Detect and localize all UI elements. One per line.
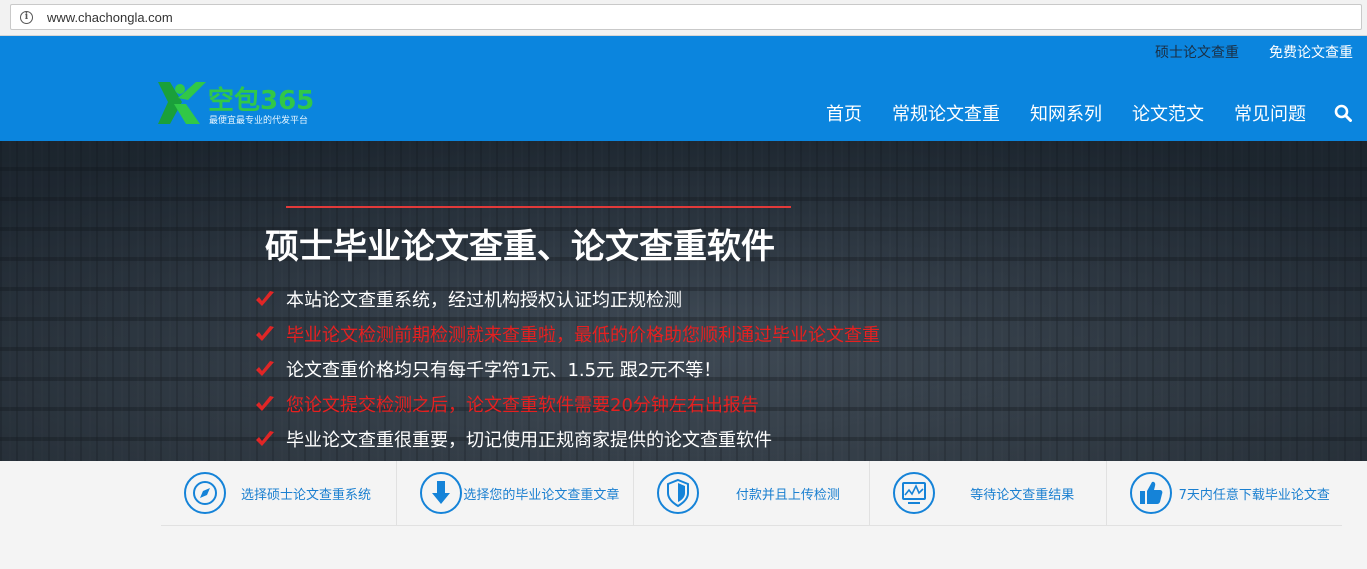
- check-icon: [256, 325, 274, 341]
- hero-bullet-text: 您论文提交检测之后，论文查重软件需要20分钟左右出报告: [286, 394, 759, 416]
- hero-title: 硕士毕业论文查重、论文查重软件: [265, 227, 775, 267]
- hero-accent-line: [286, 206, 791, 208]
- step-pay-upload[interactable]: 付款并且上传检测: [634, 461, 871, 525]
- site-logo[interactable]: 空包365 最便宜最专业的代发平台: [156, 76, 326, 132]
- nav-cnki-series[interactable]: 知网系列: [1030, 100, 1102, 126]
- address-bar[interactable]: i www.chachongla.com: [10, 4, 1362, 30]
- compass-icon: [184, 472, 226, 514]
- step-label: 选择您的毕业论文查重文章: [463, 487, 620, 503]
- hero-bullet-text: 毕业论文查重很重要，切记使用正规商家提供的论文查重软件: [286, 429, 772, 451]
- step-wait-result[interactable]: 等待论文查重结果: [870, 461, 1107, 525]
- hero-bullet: 论文查重价格均只有每千字符1元、1.5元 跟2元不等！: [254, 351, 880, 386]
- search-icon[interactable]: [1334, 104, 1352, 122]
- hero-bullet: 毕业论文检测前期检测就来查重啦，最低的价格助您顺利通过毕业论文查重: [254, 316, 880, 351]
- hero-bullet: 您论文提交检测之后，论文查重软件需要20分钟左右出报告: [254, 386, 880, 421]
- hero-bullets: 本站论文查重系统，经过机构授权认证均正规检测 毕业论文检测前期检测就来查重啦，最…: [254, 281, 880, 456]
- hero-bullet: 本站论文查重系统，经过机构授权认证均正规检测: [254, 281, 880, 316]
- step-select-article[interactable]: 选择您的毕业论文查重文章: [397, 461, 634, 525]
- hero-bullet: 毕业论文查重很重要，切记使用正规商家提供的论文查重软件: [254, 421, 880, 456]
- step-select-system[interactable]: 选择硕士论文查重系统: [161, 461, 398, 525]
- logo-slogan: 最便宜最专业的代发平台: [209, 116, 309, 126]
- logo-name: 空包365: [208, 86, 315, 116]
- hero-bullet-text: 本站论文查重系统，经过机构授权认证均正规检测: [286, 289, 682, 311]
- nav-regular-check[interactable]: 常规论文查重: [892, 100, 1000, 126]
- site-header: 硕士论文查重 免费论文查重 空包365 最便宜最专业的代发平台 首页 常规论文查…: [0, 36, 1367, 141]
- check-icon: [256, 430, 274, 446]
- check-icon: [256, 360, 274, 376]
- process-steps: 选择硕士论文查重系统 选择您的毕业论文查重文章 付款并且上传检测 等待论文查重结…: [161, 461, 1342, 526]
- logo-mark-icon: [158, 82, 206, 124]
- step-label: 选择硕士论文查重系统: [241, 487, 372, 503]
- top-link-free-check[interactable]: 免费论文查重: [1269, 42, 1353, 62]
- step-label: 7天内任意下载毕业论文查: [1178, 487, 1330, 503]
- step-label: 等待论文查重结果: [970, 487, 1075, 503]
- thumbs-up-icon: [1129, 472, 1172, 514]
- monitor-chart-icon: [893, 472, 936, 514]
- step-download-report[interactable]: 7天内任意下载毕业论文查: [1107, 461, 1342, 525]
- nav-sample-papers[interactable]: 论文范文: [1132, 100, 1204, 126]
- info-icon[interactable]: i: [20, 10, 33, 24]
- shield-icon: [656, 472, 699, 514]
- check-icon: [256, 290, 274, 306]
- main-nav: 首页 常规论文查重 知网系列 论文范文 常见问题: [796, 100, 1352, 126]
- hero-banner: 硕士毕业论文查重、论文查重软件 本站论文查重系统，经过机构授权认证均正规检测 毕…: [0, 141, 1367, 461]
- download-icon: [420, 472, 463, 514]
- top-link-thesis-check[interactable]: 硕士论文查重: [1155, 42, 1239, 62]
- nav-home[interactable]: 首页: [826, 100, 862, 126]
- address-url[interactable]: www.chachongla.com: [47, 10, 173, 25]
- hero-bullet-text: 论文查重价格均只有每千字符1元、1.5元 跟2元不等！: [286, 359, 722, 381]
- nav-faq[interactable]: 常见问题: [1234, 100, 1306, 126]
- step-label: 付款并且上传检测: [735, 487, 840, 503]
- browser-toolbar: i www.chachongla.com: [0, 0, 1367, 36]
- check-icon: [256, 395, 274, 411]
- hero-bullet-text: 毕业论文检测前期检测就来查重啦，最低的价格助您顺利通过毕业论文查重: [286, 324, 880, 346]
- top-links: 硕士论文查重 免费论文查重: [1155, 42, 1353, 62]
